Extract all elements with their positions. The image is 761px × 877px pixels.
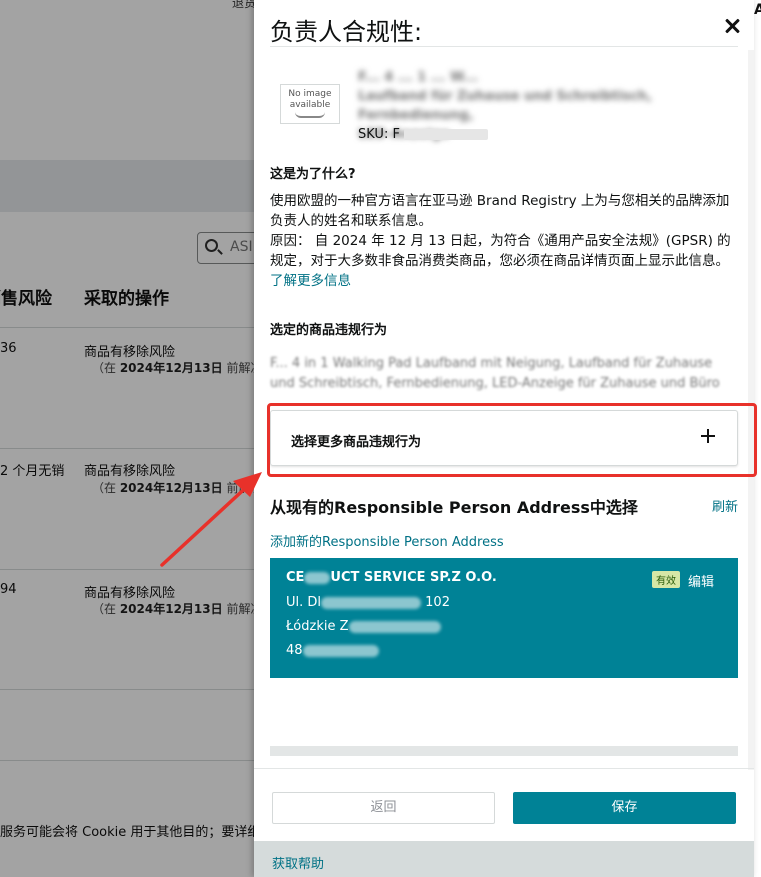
address-street: Ul. Dl 102 — [286, 595, 450, 610]
learn-more-link[interactable]: 了解更多信息 — [270, 273, 351, 289]
status-badge: 有效 — [652, 571, 680, 588]
why-paragraph-2-text: 原因： 自 2024 年 12 月 13 日起，为符合《通用产品安全法规》(GP… — [270, 233, 731, 269]
amazon-smile-icon — [295, 112, 325, 118]
address-company: CE UCT SERVICE SP.Z O.O. — [286, 570, 497, 585]
title-divider — [270, 46, 738, 47]
select-more-label: 选择更多商品违规行为 — [291, 435, 422, 450]
save-button[interactable]: 保存 — [513, 792, 736, 824]
why-heading: 这是为了什么? — [270, 167, 356, 182]
address-phone: 48 — [286, 643, 379, 658]
address-card[interactable]: CE UCT SERVICE SP.Z O.O. Ul. Dl 102 Łódzk… — [270, 558, 738, 678]
product-title-line: Laufband für Zuhause und Schreibtisch, F… — [358, 89, 652, 123]
why-paragraph-2: 原因： 自 2024 年 12 月 13 日起，为符合《通用产品安全法规》(GP… — [270, 231, 740, 291]
select-more-violations-button[interactable]: 选择更多商品违规行为 — [267, 403, 757, 477]
add-new-address-link[interactable]: 添加新的Responsible Person Address — [270, 531, 504, 550]
panel-scrollbar[interactable] — [748, 50, 754, 770]
get-help-link[interactable]: 获取帮助 — [272, 853, 324, 872]
sku-label: SKU: F — [358, 127, 400, 142]
product-title-line: F... 4 ... 1 ... W... — [358, 70, 479, 85]
why-paragraph-1: 使用欧盟的一种官方语言在亚马逊 Brand Registry 上为与您相关的品牌… — [270, 193, 730, 229]
close-icon[interactable] — [722, 16, 742, 36]
no-image-line1: No image — [288, 89, 332, 99]
edit-address-link[interactable]: 编辑 — [688, 571, 714, 590]
address-heading: 从现有的Responsible Person Address中选择 — [270, 498, 638, 517]
no-image-placeholder: No image available — [280, 84, 340, 124]
selected-violations-heading: 选定的商品违规行为 — [270, 323, 388, 338]
right-page-edge: A — [754, 0, 761, 877]
right-edge-letter: A — [754, 2, 761, 18]
back-button[interactable]: 返回 — [272, 792, 495, 824]
violation-line: und Schreibtisch, Fernbedienung, LED-Anz… — [270, 376, 720, 391]
redacted-sku — [404, 129, 489, 140]
selected-violation-item: F... 4 in 1 Walking Pad Laufband mit Nei… — [270, 354, 740, 394]
panel-title: 负责人合规性: — [270, 18, 423, 46]
responsible-person-panel: 负责人合规性: No image available F... 4 ... 1 … — [254, 0, 757, 877]
product-sku: SKU: F — [358, 127, 489, 142]
horizontal-scrollbar[interactable] — [270, 746, 738, 756]
plus-icon — [701, 429, 715, 443]
no-image-line2: available — [289, 100, 331, 110]
refresh-link[interactable]: 刷新 — [712, 496, 738, 515]
help-bar: 获取帮助 — [254, 841, 754, 877]
address-city: Łódzkie Z — [286, 619, 441, 634]
footer-divider — [254, 768, 754, 769]
violation-line: F... 4 in 1 Walking Pad Laufband mit Nei… — [270, 356, 713, 371]
